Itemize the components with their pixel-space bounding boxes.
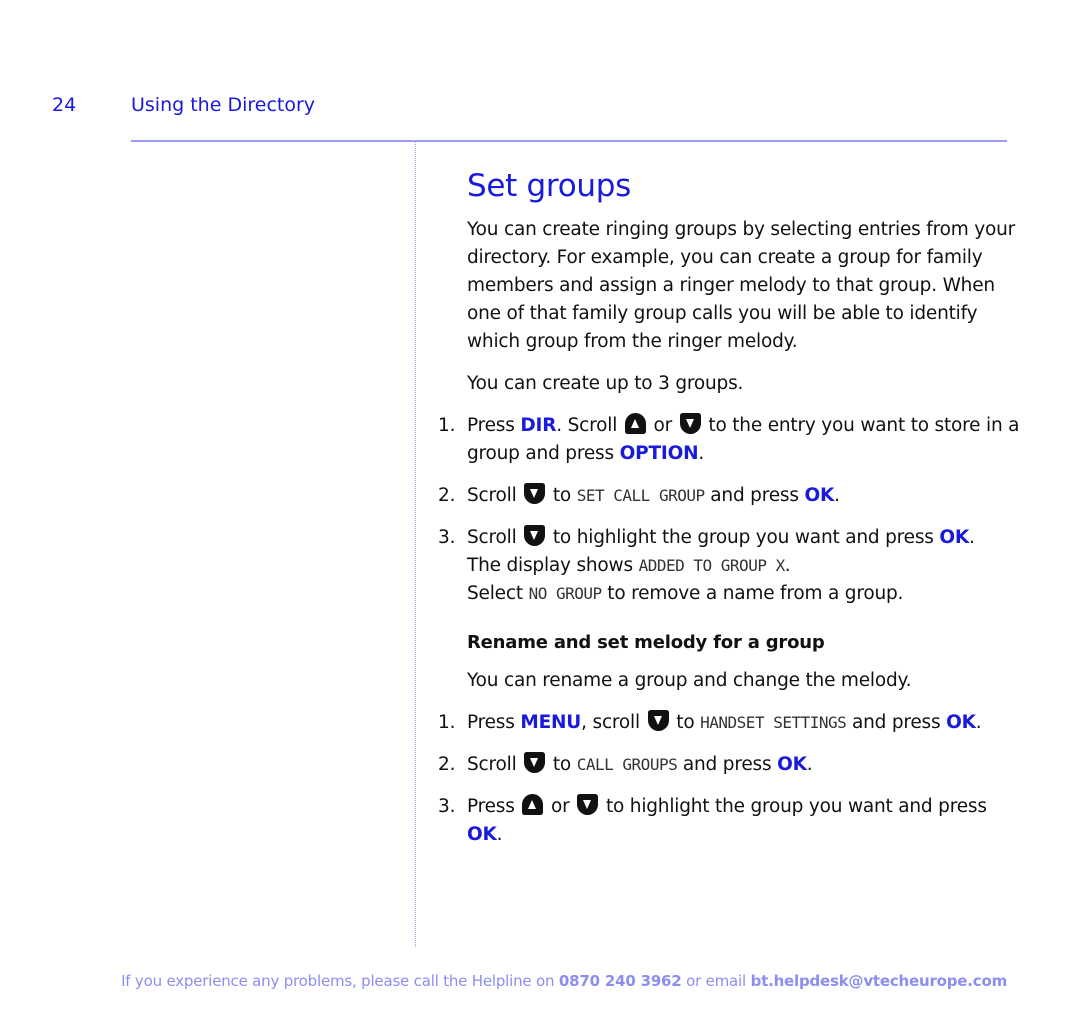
scroll-down-icon [679,413,701,434]
step-item: 3. Scroll to highlight the group you wan… [438,525,975,604]
column-divider [415,142,416,947]
page-title: Set groups [467,168,631,204]
scroll-down-icon [577,794,599,815]
step-item: 2. Scroll to SET CALL GROUP and press OK… [438,483,840,506]
key-menu: MENU [520,712,582,733]
rename-intro: You can rename a group and change the me… [467,670,912,691]
main-content: Set groups You can create ringing groups… [438,168,1027,863]
lcd-text: ADDED TO GROUP X [638,556,786,575]
key-ok: OK [777,754,807,775]
scroll-down-icon [524,752,546,773]
scroll-down-icon [524,483,546,504]
key-ok: OK [467,824,497,845]
limit-note: You can create up to 3 groups. [467,373,744,394]
lcd-text: SET CALL GROUP [576,486,705,505]
lcd-text: NO GROUP [528,584,603,603]
header-divider [131,140,1007,142]
section-title: Using the Directory [131,94,316,116]
key-ok: OK [804,485,835,506]
step-item: 1. Press DIR. Scroll or to the entry you… [438,413,1020,464]
scroll-up-icon [522,794,544,815]
helpline-footer: If you experience any problems, please c… [121,972,1008,990]
scroll-down-icon [524,525,546,546]
subheading: Rename and set melody for a group [467,632,825,653]
lcd-text: CALL GROUPS [576,755,678,774]
scroll-up-icon [624,413,646,434]
step-item: 3. Press or to highlight the group you w… [438,794,987,845]
helpline-phone: 0870 240 3962 [558,972,682,990]
key-option: OPTION [619,443,699,464]
page-number: 24 [52,94,77,116]
key-ok: OK [939,527,970,548]
key-ok: OK [946,712,976,733]
intro-paragraph: You can create ringing groups by selecti… [467,219,1016,352]
scroll-down-icon [647,710,669,731]
set-groups-steps: 1. Press DIR. Scroll or to the entry you… [438,412,1027,608]
helpdesk-email: bt.helpdesk@vtecheurope.com [750,972,1008,990]
step-item: 2. Scroll to CALL GROUPS and press OK. [438,752,813,775]
rename-steps: 1. Press MENU, scroll to HANDSET SETTING… [438,709,1027,849]
key-dir: DIR [520,415,557,436]
lcd-text: HANDSET SETTINGS [700,713,847,732]
step-item: 1. Press MENU, scroll to HANDSET SETTING… [438,710,982,733]
